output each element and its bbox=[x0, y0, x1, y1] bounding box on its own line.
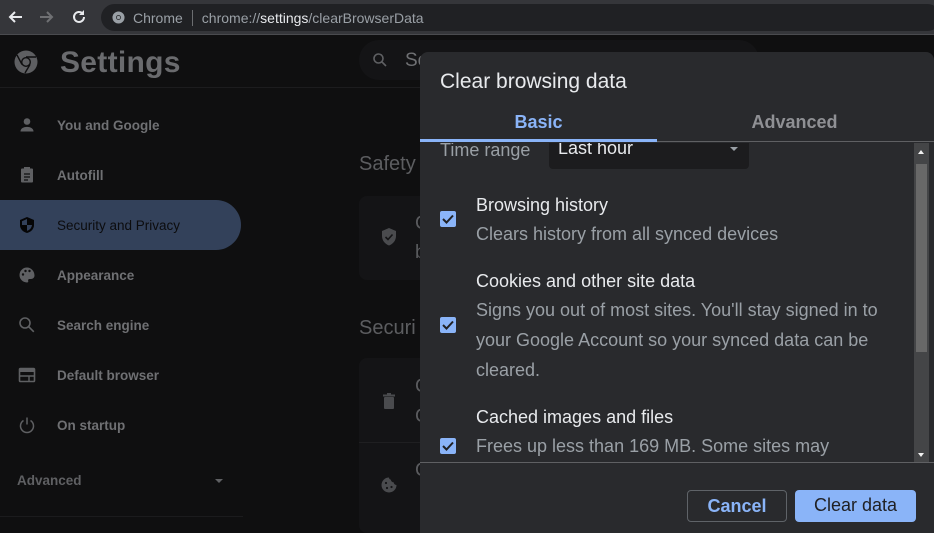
security-heading: Securi bbox=[359, 317, 416, 339]
omnibox-separator bbox=[191, 9, 193, 26]
power-icon bbox=[19, 417, 35, 434]
address-bar[interactable]: Chrome chrome://settings/clearBrowserDat… bbox=[101, 4, 934, 31]
clear-data-button[interactable]: Clear data bbox=[795, 490, 916, 522]
sidebar: You and Google Autofill Security and Pri… bbox=[0, 100, 243, 450]
dialog-scroll-area[interactable]: Time range Last hour Browsing history Cl… bbox=[420, 143, 934, 463]
sidebar-item-on-startup[interactable]: On startup bbox=[0, 400, 243, 450]
browsing-history-checkbox[interactable] bbox=[440, 211, 456, 227]
tab-advanced[interactable]: Advanced bbox=[657, 110, 932, 142]
time-range-value: Last hour bbox=[558, 143, 634, 158]
site-label: Chrome bbox=[133, 9, 183, 26]
browser-toolbar: Chrome chrome://settings/clearBrowserDat… bbox=[0, 0, 934, 35]
cookie-icon[interactable] bbox=[380, 476, 398, 494]
reload-icon bbox=[73, 10, 85, 23]
dropdown-arrow-icon bbox=[730, 147, 738, 151]
safety-check-heading: Safety bbox=[359, 153, 416, 175]
time-range-select[interactable]: Last hour bbox=[549, 143, 749, 169]
sidebar-item-you-and-google[interactable]: You and Google bbox=[0, 100, 243, 150]
sidebar-item-appearance[interactable]: Appearance bbox=[0, 250, 243, 300]
option-title: Cached images and files bbox=[476, 407, 674, 427]
cancel-button[interactable]: Cancel bbox=[687, 490, 787, 522]
scrollbar-thumb[interactable] bbox=[916, 164, 927, 352]
sidebar-item-label: You and Google bbox=[57, 117, 160, 133]
arrow-right-icon bbox=[40, 11, 54, 23]
cached-images-checkbox[interactable] bbox=[440, 438, 456, 454]
sidebar-advanced-toggle[interactable]: Advanced bbox=[17, 472, 227, 492]
chrome-logo-icon bbox=[112, 11, 125, 24]
forward-button[interactable] bbox=[35, 5, 59, 29]
url-scheme: chrome:// bbox=[201, 9, 261, 26]
person-icon bbox=[20, 118, 34, 132]
shield-check-icon bbox=[382, 228, 396, 246]
sidebar-item-search-engine[interactable]: Search engine bbox=[0, 300, 243, 350]
scroll-down-arrow-icon[interactable] bbox=[918, 453, 924, 457]
sidebar-divider bbox=[0, 516, 243, 517]
sidebar-item-default-browser[interactable]: Default browser bbox=[0, 350, 243, 400]
shield-icon bbox=[20, 217, 34, 233]
page-title: Settings bbox=[60, 46, 181, 79]
palette-icon bbox=[19, 267, 35, 283]
browser-window-icon bbox=[18, 367, 36, 383]
back-button[interactable] bbox=[3, 5, 27, 29]
clipboard-icon bbox=[21, 167, 33, 183]
tab-basic[interactable]: Basic bbox=[420, 110, 657, 142]
option-description: Frees up less than 169 MB. Some sites ma… bbox=[476, 436, 830, 456]
clear-browsing-data-dialog: Clear browsing data Basic Advanced Time … bbox=[420, 52, 934, 533]
search-icon bbox=[19, 317, 35, 333]
sidebar-item-label: Security and Privacy bbox=[57, 217, 181, 233]
sidebar-item-autofill[interactable]: Autofill bbox=[0, 150, 243, 200]
checkmark-icon bbox=[442, 214, 454, 224]
checkmark-icon bbox=[442, 441, 454, 451]
sidebar-item-label: Default browser bbox=[57, 367, 160, 383]
arrow-left-icon bbox=[8, 11, 22, 23]
url-host: settings bbox=[260, 9, 309, 26]
dialog-scrollbar[interactable] bbox=[914, 143, 929, 462]
sidebar-item-label: On startup bbox=[57, 417, 126, 433]
chevron-down-icon bbox=[215, 479, 223, 483]
chrome-logo-icon bbox=[14, 50, 38, 74]
dialog-title: Clear browsing data bbox=[440, 70, 627, 93]
sidebar-item-label: Search engine bbox=[57, 317, 150, 333]
trash-icon[interactable] bbox=[380, 392, 398, 410]
option-title: Browsing history bbox=[476, 195, 609, 215]
search-icon bbox=[373, 53, 387, 67]
option-description: Signs you out of most sites. You'll stay… bbox=[476, 300, 878, 380]
checkmark-icon bbox=[442, 320, 454, 330]
sidebar-item-label: Autofill bbox=[57, 167, 104, 183]
advanced-label: Advanced bbox=[17, 473, 82, 488]
option-description: Clears history from all synced devices bbox=[476, 224, 779, 244]
option-title: Cookies and other site data bbox=[476, 271, 696, 291]
reload-button[interactable] bbox=[67, 5, 91, 29]
dialog-tabs: Basic Advanced bbox=[420, 110, 934, 142]
sidebar-item-security-and-privacy[interactable]: Security and Privacy bbox=[0, 200, 241, 250]
scroll-up-arrow-icon[interactable] bbox=[918, 150, 924, 154]
url-path: /clearBrowserData bbox=[308, 9, 424, 26]
sidebar-item-label: Appearance bbox=[57, 267, 135, 283]
time-range-label: Time range bbox=[440, 143, 531, 160]
cookies-checkbox[interactable] bbox=[440, 317, 456, 333]
